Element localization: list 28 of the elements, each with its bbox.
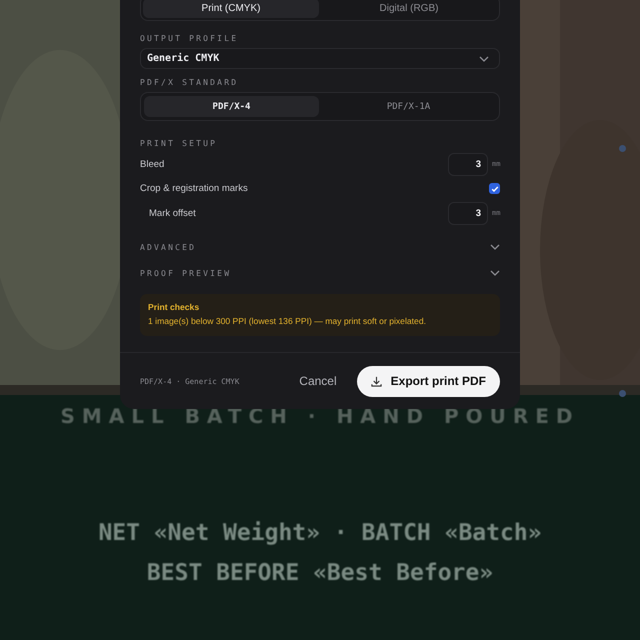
tagline-text: SMALL BATCH · HAND POURED: [59, 404, 581, 428]
mode-tab[interactable]: Print (CMYK): [143, 0, 319, 18]
standard-tab[interactable]: PDF/X-4: [144, 96, 319, 117]
label-detail-text: BEST BEFORE «Best Before»: [146, 560, 494, 586]
section-label: PRINT SETUP: [140, 139, 218, 148]
chevron-icon[interactable]: [490, 244, 500, 250]
cancel-button[interactable]: Cancel: [299, 374, 337, 388]
setting-label: Bleed: [140, 158, 164, 170]
selection-handle[interactable]: [619, 390, 626, 397]
setting-label: Crop & registration marks: [140, 183, 248, 194]
profile-select[interactable]: Generic CMYK: [140, 48, 500, 69]
export-button[interactable]: Export print PDF: [356, 366, 500, 396]
section-label: OUTPUT PROFILE: [140, 34, 240, 43]
standard-tab[interactable]: PDF/X-1A: [321, 96, 496, 117]
label-detail-text: NET «Net Weight» · BATCH «Batch»: [97, 520, 543, 546]
section-toggle[interactable]: ADVANCED: [140, 242, 196, 252]
section-toggle[interactable]: PROOF PREVIEW: [140, 268, 232, 278]
download-icon: [370, 376, 382, 386]
warning-message: 1 image(s) below 300 PPI (lowest 136 PPI) — may print soft or pixelated.: [148, 314, 427, 328]
setting-label: Mark offset: [148, 208, 196, 218]
checkbox[interactable]: [489, 183, 500, 194]
number-field[interactable]: 3: [448, 152, 488, 176]
chevron-icon[interactable]: [490, 270, 500, 276]
mode-tab[interactable]: Digital (RGB): [321, 0, 497, 18]
warning-title: Print checks: [148, 301, 200, 314]
chevron-icon: [479, 56, 489, 62]
number-field[interactable]: 3: [448, 202, 488, 224]
section-label: PDF/X STANDARD: [140, 78, 240, 87]
